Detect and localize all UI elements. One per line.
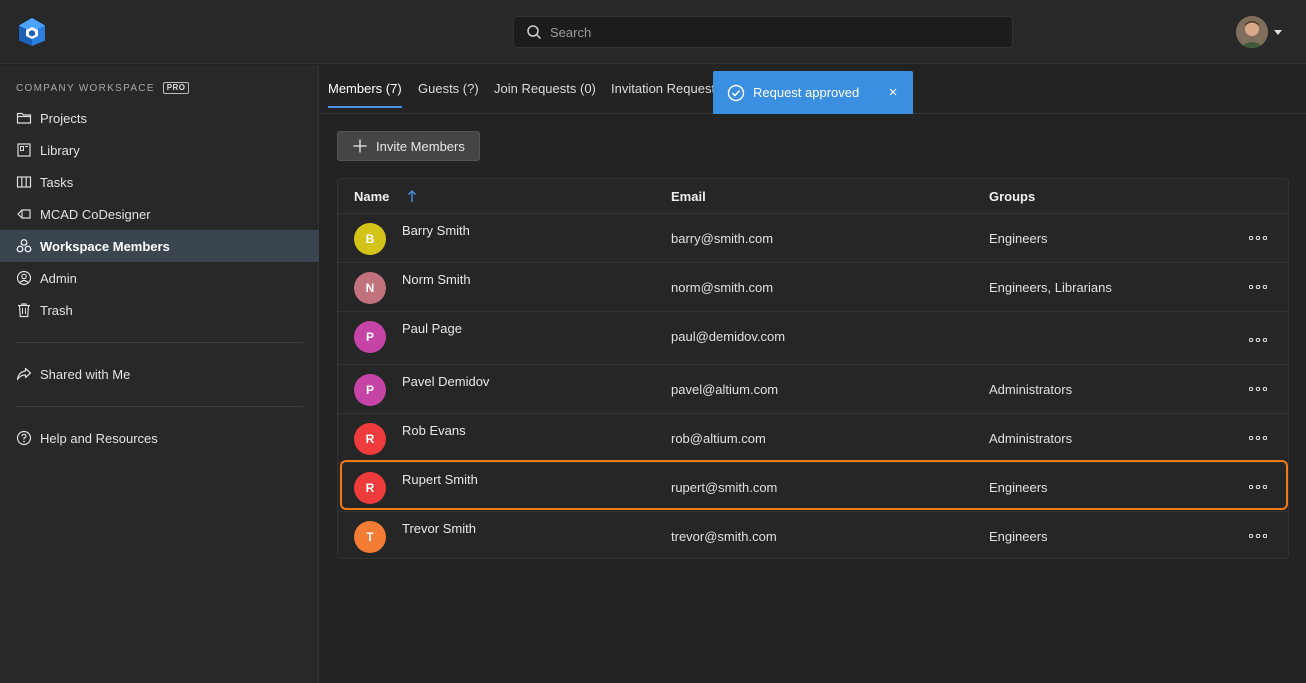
trash-icon <box>18 303 30 318</box>
table-row[interactable]: P Pavel Demidov pavel@altium.com Adminis… <box>338 364 1288 413</box>
admin-user-icon <box>16 270 32 286</box>
tasks-board-icon <box>16 176 32 188</box>
sidebar-item-label: Help and Resources <box>40 430 158 446</box>
sidebar-item-mcad-codesigner[interactable]: MCAD CoDesigner <box>0 198 319 230</box>
close-icon[interactable]: × <box>873 84 913 101</box>
member-groups: Engineers <box>989 480 1048 495</box>
toast-message: Request approved <box>753 85 860 100</box>
table-row[interactable]: P Paul Page paul@demidov.com <box>338 311 1288 364</box>
sidebar-item-label: Trash <box>40 302 73 318</box>
help-icon <box>16 430 32 446</box>
tab-members[interactable]: Members (7) <box>328 81 402 108</box>
sort-ascending-icon[interactable] <box>406 189 418 203</box>
member-avatar: N <box>354 272 386 304</box>
sidebar-item-label: MCAD CoDesigner <box>40 206 151 222</box>
member-name: Trevor Smith <box>402 521 476 536</box>
search-input[interactable] <box>550 24 970 40</box>
more-options-icon[interactable] <box>1242 277 1274 297</box>
member-email: pavel@altium.com <box>671 382 779 397</box>
column-header-email[interactable]: Email <box>671 189 706 204</box>
member-name: Rob Evans <box>402 423 466 438</box>
table-row[interactable]: B Barry Smith barry@smith.com Engineers <box>338 213 1288 262</box>
member-groups: Administrators <box>989 382 1073 397</box>
member-groups: Engineers, Librarians <box>989 280 1112 295</box>
pro-badge: PRO <box>162 82 190 94</box>
member-email: trevor@smith.com <box>671 529 777 544</box>
member-avatar: T <box>354 521 386 553</box>
member-email: paul@demidov.com <box>671 329 786 344</box>
toast-notification: Request approved × <box>713 71 913 114</box>
check-circle-icon <box>727 84 745 101</box>
top-bar <box>0 0 1306 64</box>
sidebar-item-shared-with-me[interactable]: Shared with Me <box>0 358 319 390</box>
table-row[interactable]: R Rupert Smith rupert@smith.com Engineer… <box>338 462 1288 511</box>
sidebar-item-label: Workspace Members <box>40 238 170 254</box>
sidebar-item-help[interactable]: Help and Resources <box>0 422 319 454</box>
members-table: Name Email Groups B Barry Smith barry@sm… <box>337 178 1289 559</box>
member-groups: Administrators <box>989 431 1073 446</box>
tab-guests[interactable]: Guests (?) <box>418 81 479 106</box>
members-icon <box>16 239 32 253</box>
sidebar-item-workspace-members[interactable]: Workspace Members <box>0 230 319 262</box>
more-options-icon[interactable] <box>1242 477 1274 497</box>
sidebar-item-label: Shared with Me <box>40 366 131 382</box>
member-avatar: P <box>354 374 386 406</box>
folder-icon <box>16 112 32 124</box>
table-row[interactable]: N Norm Smith norm@smith.com Engineers, L… <box>338 262 1288 311</box>
app-logo-icon[interactable] <box>16 16 48 48</box>
tab-join-requests[interactable]: Join Requests (0) <box>494 81 596 106</box>
sidebar-item-label: Projects <box>40 110 87 126</box>
member-email: rupert@smith.com <box>671 480 778 495</box>
chevron-down-icon[interactable] <box>1274 29 1282 35</box>
member-email: barry@smith.com <box>671 231 774 246</box>
table-header: Name Email Groups <box>338 179 1288 213</box>
member-avatar: R <box>354 472 386 504</box>
column-header-groups[interactable]: Groups <box>989 189 1035 204</box>
workspace-name: COMPANY WORKSPACE <box>16 82 155 94</box>
member-avatar: B <box>354 223 386 255</box>
sidebar-divider <box>16 406 303 407</box>
member-avatar: P <box>354 321 386 353</box>
more-options-icon[interactable] <box>1242 228 1274 248</box>
sidebar-item-label: Library <box>40 142 80 158</box>
member-name: Barry Smith <box>402 223 470 238</box>
search-icon <box>527 25 542 40</box>
table-row[interactable]: R Rob Evans rob@altium.com Administrator… <box>338 413 1288 462</box>
sidebar-item-trash[interactable]: Trash <box>0 294 319 326</box>
member-name: Norm Smith <box>402 272 471 287</box>
sidebar-item-label: Tasks <box>40 174 74 190</box>
sidebar: COMPANY WORKSPACE PRO Projects Library T… <box>0 65 319 683</box>
member-email: rob@altium.com <box>671 431 766 446</box>
member-email: norm@smith.com <box>671 280 774 295</box>
search-bar[interactable] <box>513 16 1013 48</box>
sidebar-item-label: Admin <box>40 270 77 286</box>
more-options-icon[interactable] <box>1242 526 1274 546</box>
more-options-icon[interactable] <box>1242 428 1274 448</box>
column-header-name[interactable]: Name <box>354 189 389 204</box>
share-icon <box>16 367 32 381</box>
table-row[interactable]: T Trevor Smith trevor@smith.com Engineer… <box>338 511 1288 560</box>
member-groups: Engineers <box>989 529 1048 544</box>
sidebar-item-tasks[interactable]: Tasks <box>0 166 319 198</box>
user-avatar[interactable] <box>1236 16 1268 48</box>
sidebar-item-projects[interactable]: Projects <box>0 102 319 134</box>
plus-icon <box>353 139 367 153</box>
sidebar-item-library[interactable]: Library <box>0 134 319 166</box>
member-avatar: R <box>354 423 386 455</box>
sidebar-divider <box>16 342 303 343</box>
member-name: Paul Page <box>402 321 462 336</box>
mcad-icon <box>17 209 31 219</box>
invite-members-button[interactable]: Invite Members <box>337 131 480 161</box>
invite-members-label: Invite Members <box>376 138 465 154</box>
member-name: Pavel Demidov <box>402 374 490 389</box>
sidebar-item-admin[interactable]: Admin <box>0 262 319 294</box>
workspace-label: COMPANY WORKSPACE PRO <box>16 82 190 94</box>
library-icon <box>17 143 31 157</box>
member-name: Rupert Smith <box>402 472 478 487</box>
more-options-icon[interactable] <box>1242 330 1274 350</box>
more-options-icon[interactable] <box>1242 379 1274 399</box>
tab-invitation-requests[interactable]: Invitation Requests <box>611 81 722 106</box>
user-menu[interactable] <box>1236 16 1282 48</box>
member-groups: Engineers <box>989 231 1048 246</box>
